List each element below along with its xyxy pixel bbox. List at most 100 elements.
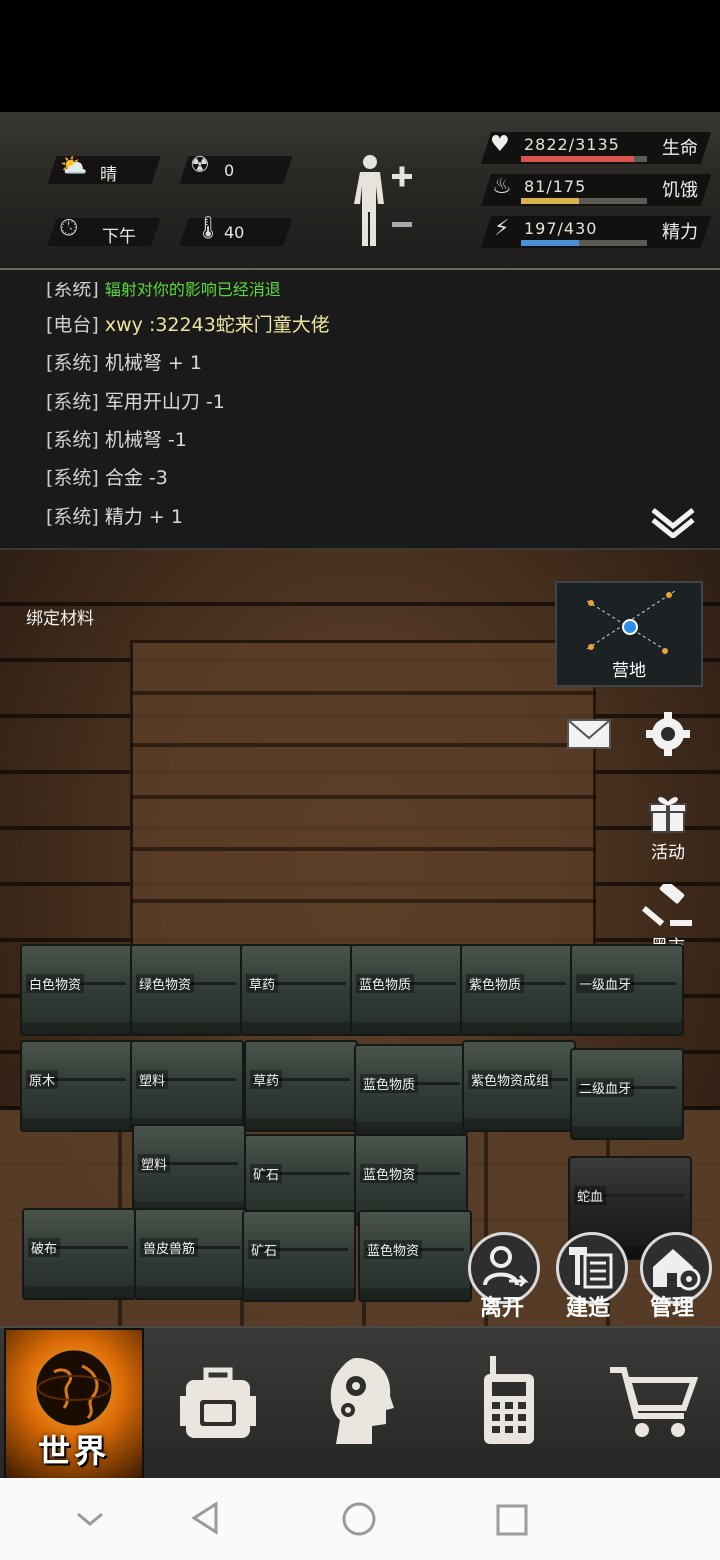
hunger-value: 81/175 <box>524 177 587 196</box>
shopping-cart-icon <box>610 1367 699 1437</box>
home-circle-icon[interactable] <box>340 1500 378 1538</box>
chevron-down-icon[interactable] <box>74 1504 106 1534</box>
manage-label: 管理 <box>650 1296 695 1321</box>
weather-label: 晴 <box>100 165 117 185</box>
crate-storage[interactable]: 白色物资 <box>20 944 134 1036</box>
crate-label: 塑料 <box>136 1070 169 1089</box>
crate-storage[interactable]: 原木 <box>20 1040 134 1132</box>
tab-skills[interactable] <box>326 1354 396 1448</box>
clock-icon: 🕓︎ <box>60 216 78 241</box>
crate-label: 紫色物资成组 <box>468 1070 553 1089</box>
crate-label: 兽皮兽筋 <box>140 1238 199 1257</box>
crate-storage[interactable]: 塑料 <box>132 1124 246 1216</box>
build-label: 建造 <box>566 1296 611 1321</box>
log-text: xwy :32243蛇来门童大佬 <box>104 314 330 336</box>
log-tag: [电台] <box>46 314 99 336</box>
stomach-icon: ♨ <box>492 174 512 199</box>
system-navigation-bar <box>0 1478 720 1560</box>
crate-storage[interactable]: 紫色物资成组 <box>462 1040 576 1132</box>
mail-button[interactable] <box>566 716 612 756</box>
minimap-icon <box>586 590 676 654</box>
log-text: 辐射对你的影响已经消退 <box>104 280 281 299</box>
energy-value: 197/430 <box>524 219 598 238</box>
globe-icon <box>36 1350 112 1426</box>
crate-label: 蓝色物资 <box>364 1240 423 1259</box>
log-text: 机械弩 -1 <box>104 429 187 451</box>
hunger-bar <box>521 198 647 204</box>
crate-label: 塑料 <box>138 1154 171 1173</box>
log-line: [系统] 机械弩 + 1 <box>46 348 202 375</box>
gavel-icon <box>641 880 692 927</box>
crate-storage[interactable]: 绿色物资 <box>130 944 244 1036</box>
crate-label: 矿石 <box>248 1240 281 1259</box>
crate-label: 蛇血 <box>574 1186 607 1205</box>
crate-label: 紫色物质 <box>466 974 525 993</box>
leave-label: 离开 <box>480 1296 525 1321</box>
crate-label: 破布 <box>28 1238 61 1257</box>
activity-label: 活动 <box>651 843 685 863</box>
log-text: 精力 + 1 <box>104 506 183 528</box>
body-status-button[interactable] <box>346 152 426 252</box>
bind-materials-label[interactable]: 绑定材料 <box>26 604 94 629</box>
backpack-icon <box>180 1367 256 1438</box>
log-line: [电台] xwy :32243蛇来门童大佬 <box>46 310 330 337</box>
crate-label: 二级血牙 <box>576 1078 635 1097</box>
log-line: [系统] 辐射对你的影响已经消退 <box>46 278 281 301</box>
log-tag: [系统] <box>46 352 99 374</box>
crate-storage[interactable]: 破布 <box>22 1208 136 1300</box>
tab-shop[interactable] <box>608 1362 699 1442</box>
crate-label: 草药 <box>250 1070 283 1089</box>
gear-icon <box>646 712 690 756</box>
log-line: [系统] 机械弩 -1 <box>46 425 187 452</box>
log-tag: [系统] <box>46 429 99 451</box>
minimap-camp-button[interactable]: 营地 <box>555 581 703 687</box>
log-line: [系统] 合金 -3 <box>46 463 168 490</box>
crate-label: 蓝色物质 <box>360 1074 419 1093</box>
crate-storage[interactable]: 蓝色物资 <box>358 1210 472 1302</box>
log-tag: [系统] <box>46 506 99 528</box>
crate-label: 原木 <box>26 1070 59 1089</box>
crate-storage[interactable]: 矿石 <box>242 1210 356 1302</box>
walkie-talkie-icon <box>484 1356 534 1444</box>
tab-world-label: 世界 <box>37 1432 110 1470</box>
message-log[interactable]: [系统] 辐射对你的影响已经消退 [电台] xwy :32243蛇来门童大佬 [… <box>0 270 720 550</box>
time-label: 下午 <box>102 227 136 247</box>
temperature-value: 40 <box>224 223 245 242</box>
crate-storage[interactable]: 紫色物质 <box>460 944 574 1036</box>
back-triangle-icon[interactable] <box>188 1500 224 1536</box>
crate-storage[interactable]: 二级血牙 <box>570 1048 684 1140</box>
thermometer-icon: 🌡︎ <box>194 216 222 241</box>
log-text: 合金 -3 <box>104 467 168 489</box>
crate-label: 蓝色物质 <box>356 974 415 993</box>
activity-button[interactable]: 活动 <box>642 794 694 863</box>
crate-label: 草药 <box>246 974 279 993</box>
collapse-log-button[interactable] <box>650 506 696 540</box>
log-tag: [系统] <box>46 391 99 413</box>
heartbeat-icon: ♥ <box>490 132 510 157</box>
radiation-value: 0 <box>224 161 235 180</box>
recent-apps-square-icon[interactable] <box>494 1502 530 1538</box>
crate-storage[interactable]: 一级血牙 <box>570 944 684 1036</box>
hunger-label: 饥饿 <box>662 180 698 201</box>
settings-button[interactable] <box>644 710 692 758</box>
health-value: 2822/3135 <box>524 135 620 154</box>
tab-world[interactable]: 世界 <box>4 1328 144 1480</box>
crate-label: 一级血牙 <box>576 974 635 993</box>
minimap-label: 营地 <box>612 661 646 681</box>
crate-label: 矿石 <box>250 1164 283 1183</box>
crate-storage[interactable]: 草药 <box>244 1040 358 1132</box>
crate-label: 白色物资 <box>26 974 85 993</box>
lightning-icon: ⚡ <box>494 216 510 241</box>
crate-storage[interactable]: 塑料 <box>130 1040 244 1132</box>
status-panel: ⛅ 晴 ☢ 0 🕓︎ 下午 🌡︎ 40 ♥ 2822/3135 生命 ♨ 81/… <box>0 112 720 270</box>
crate-storage[interactable]: 兽皮兽筋 <box>134 1208 248 1300</box>
tab-radio[interactable] <box>478 1354 538 1446</box>
crate-storage[interactable]: 蓝色物质 <box>354 1044 468 1136</box>
log-tag: [系统] <box>46 278 99 300</box>
crate-storage[interactable]: 蓝色物质 <box>350 944 464 1036</box>
tab-backpack[interactable] <box>178 1360 258 1444</box>
log-text: 机械弩 + 1 <box>104 352 202 374</box>
health-label: 生命 <box>662 138 698 159</box>
crate-label: 绿色物资 <box>136 974 195 993</box>
crate-storage[interactable]: 草药 <box>240 944 354 1036</box>
